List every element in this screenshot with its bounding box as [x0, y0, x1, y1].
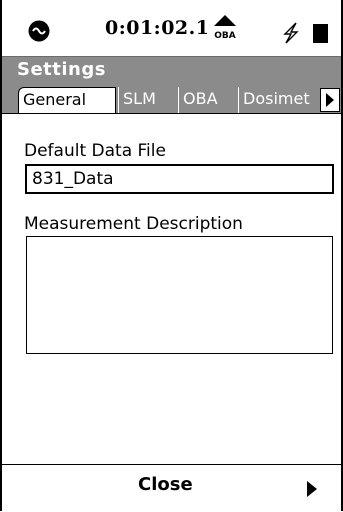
measurement-description-label: Measurement Description — [24, 214, 243, 234]
tab-oba[interactable]: OBA — [178, 87, 236, 113]
microphone-icon — [28, 20, 50, 42]
tab-dosimeter[interactable]: Dosimet — [238, 87, 319, 113]
bottom-bar: Close — [2, 464, 341, 512]
title-bar: Settings — [2, 56, 341, 87]
status-bar: 0:01:02.1 OBA — [2, 0, 341, 55]
close-button[interactable]: Close — [138, 474, 193, 495]
oba-icon: OBA — [211, 15, 239, 41]
page-title: Settings — [17, 59, 106, 80]
elapsed-time: 0:01:02.1 — [105, 17, 210, 39]
tab-scroll-arrow-icon — [326, 93, 334, 107]
default-data-file-field[interactable]: 831_Data — [25, 164, 334, 194]
device-screen: 0:01:02.1 OBA Settings General SLM OBA D… — [0, 0, 343, 511]
battery-icon — [313, 24, 328, 43]
measurement-description-field[interactable] — [26, 236, 333, 354]
tab-general[interactable]: General — [18, 87, 116, 114]
right-arrow-icon[interactable] — [306, 481, 318, 501]
tab-strip: General SLM OBA Dosimet — [2, 86, 341, 114]
tab-divider — [2, 113, 341, 114]
tab-scroll-right-button[interactable] — [320, 88, 340, 112]
tab-slm[interactable]: SLM — [118, 87, 176, 113]
default-data-file-label: Default Data File — [24, 141, 166, 161]
svg-text:OBA: OBA — [214, 31, 236, 41]
power-bolt-icon — [280, 22, 302, 44]
